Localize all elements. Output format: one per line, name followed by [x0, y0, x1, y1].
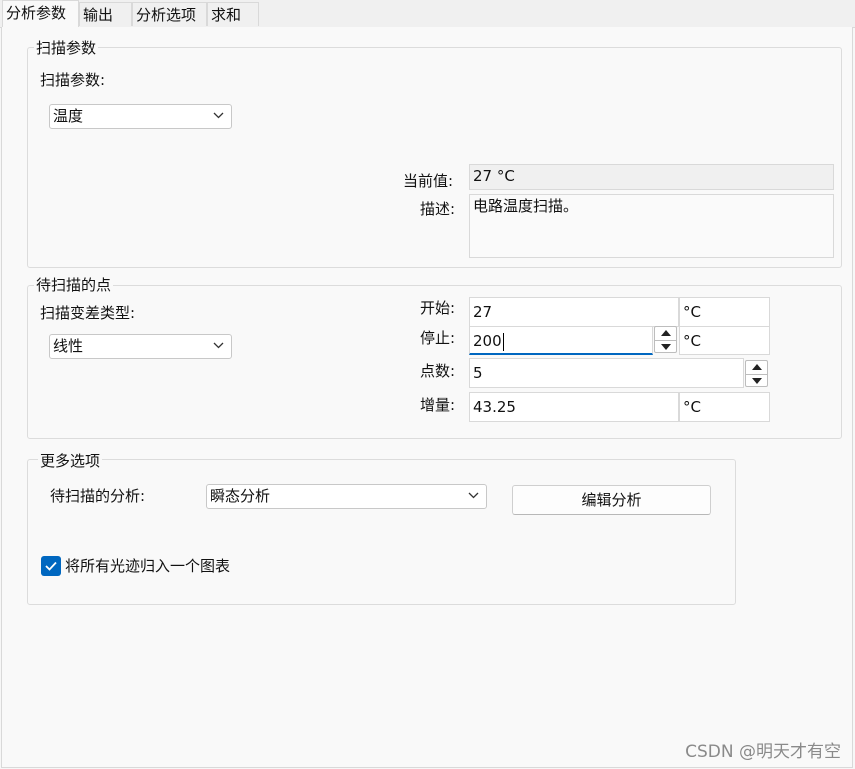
- scan-param-value: 温度: [53, 107, 84, 125]
- analysis-label: 待扫描的分析:: [50, 487, 146, 505]
- points-count-label: 点数:: [420, 362, 456, 380]
- points-count-spinner[interactable]: [745, 360, 768, 387]
- increment-label: 增量:: [420, 396, 456, 414]
- tab-analysis-params[interactable]: 分析参数: [2, 0, 79, 28]
- text-caret: [502, 332, 504, 351]
- spin-up-button[interactable]: [655, 327, 676, 340]
- arrow-down-icon: [752, 377, 762, 384]
- tab-output[interactable]: 输出: [79, 2, 132, 26]
- spin-up-button[interactable]: [746, 361, 767, 374]
- stop-label: 停止:: [420, 329, 456, 347]
- analysis-value: 瞬态分析: [210, 487, 271, 505]
- current-value-field: 27 °C: [469, 164, 834, 190]
- analysis-select[interactable]: 瞬态分析: [206, 484, 487, 509]
- group-traces-label: 将所有光迹归入一个图表: [65, 557, 231, 575]
- start-unit: °C: [679, 297, 770, 327]
- more-options-group: [27, 459, 736, 605]
- current-value-label: 当前值:: [403, 172, 454, 190]
- variation-type-value: 线性: [53, 337, 84, 355]
- arrow-up-icon: [661, 330, 671, 336]
- stop-unit: °C: [679, 326, 770, 355]
- chevron-down-icon: [213, 342, 224, 349]
- tab-label: 分析选项: [136, 6, 197, 24]
- edit-analysis-button[interactable]: 编辑分析: [512, 485, 711, 515]
- scan-param-label: 扫描参数:: [40, 71, 106, 89]
- stop-value: 200: [473, 332, 502, 350]
- tab-label: 求和: [211, 6, 242, 24]
- stop-spinner[interactable]: [654, 326, 677, 353]
- increment-unit: °C: [679, 392, 770, 422]
- description-field: 电路温度扫描。: [469, 194, 834, 258]
- tab-summary[interactable]: 求和: [207, 2, 259, 26]
- watermark: CSDN @明天才有空: [685, 742, 841, 762]
- chevron-down-icon: [213, 112, 224, 119]
- more-options-group-title: 更多选项: [38, 452, 103, 470]
- scan-param-select[interactable]: 温度: [49, 104, 232, 129]
- arrow-down-icon: [661, 343, 671, 350]
- variation-type-select[interactable]: 线性: [49, 334, 232, 359]
- variation-type-label: 扫描变差类型:: [40, 304, 136, 322]
- tab-bar: 分析参数 输出 分析选项 求和: [0, 0, 855, 28]
- scan-points-group-title: 待扫描的点: [34, 276, 114, 294]
- checkmark-icon: [45, 561, 57, 571]
- start-label: 开始:: [420, 299, 456, 317]
- points-count-input[interactable]: 5: [469, 358, 744, 388]
- spin-down-button[interactable]: [746, 373, 767, 387]
- start-input[interactable]: 27: [469, 297, 679, 327]
- scan-params-group-title: 扫描参数: [34, 39, 99, 57]
- description-label: 描述:: [420, 200, 456, 218]
- tab-analysis-options[interactable]: 分析选项: [132, 2, 207, 26]
- chevron-down-icon: [468, 492, 479, 499]
- increment-input[interactable]: 43.25: [469, 392, 679, 422]
- stop-input[interactable]: 200: [469, 326, 653, 355]
- tab-page: 扫描参数 扫描参数: 温度 当前值: 27 °C 描述: 电路温度扫描。 待扫描…: [1, 27, 853, 768]
- arrow-up-icon: [752, 364, 762, 370]
- group-traces-checkbox[interactable]: [41, 556, 61, 576]
- spin-down-button[interactable]: [655, 339, 676, 353]
- tab-label: 输出: [83, 6, 114, 24]
- tab-label: 分析参数: [6, 4, 67, 22]
